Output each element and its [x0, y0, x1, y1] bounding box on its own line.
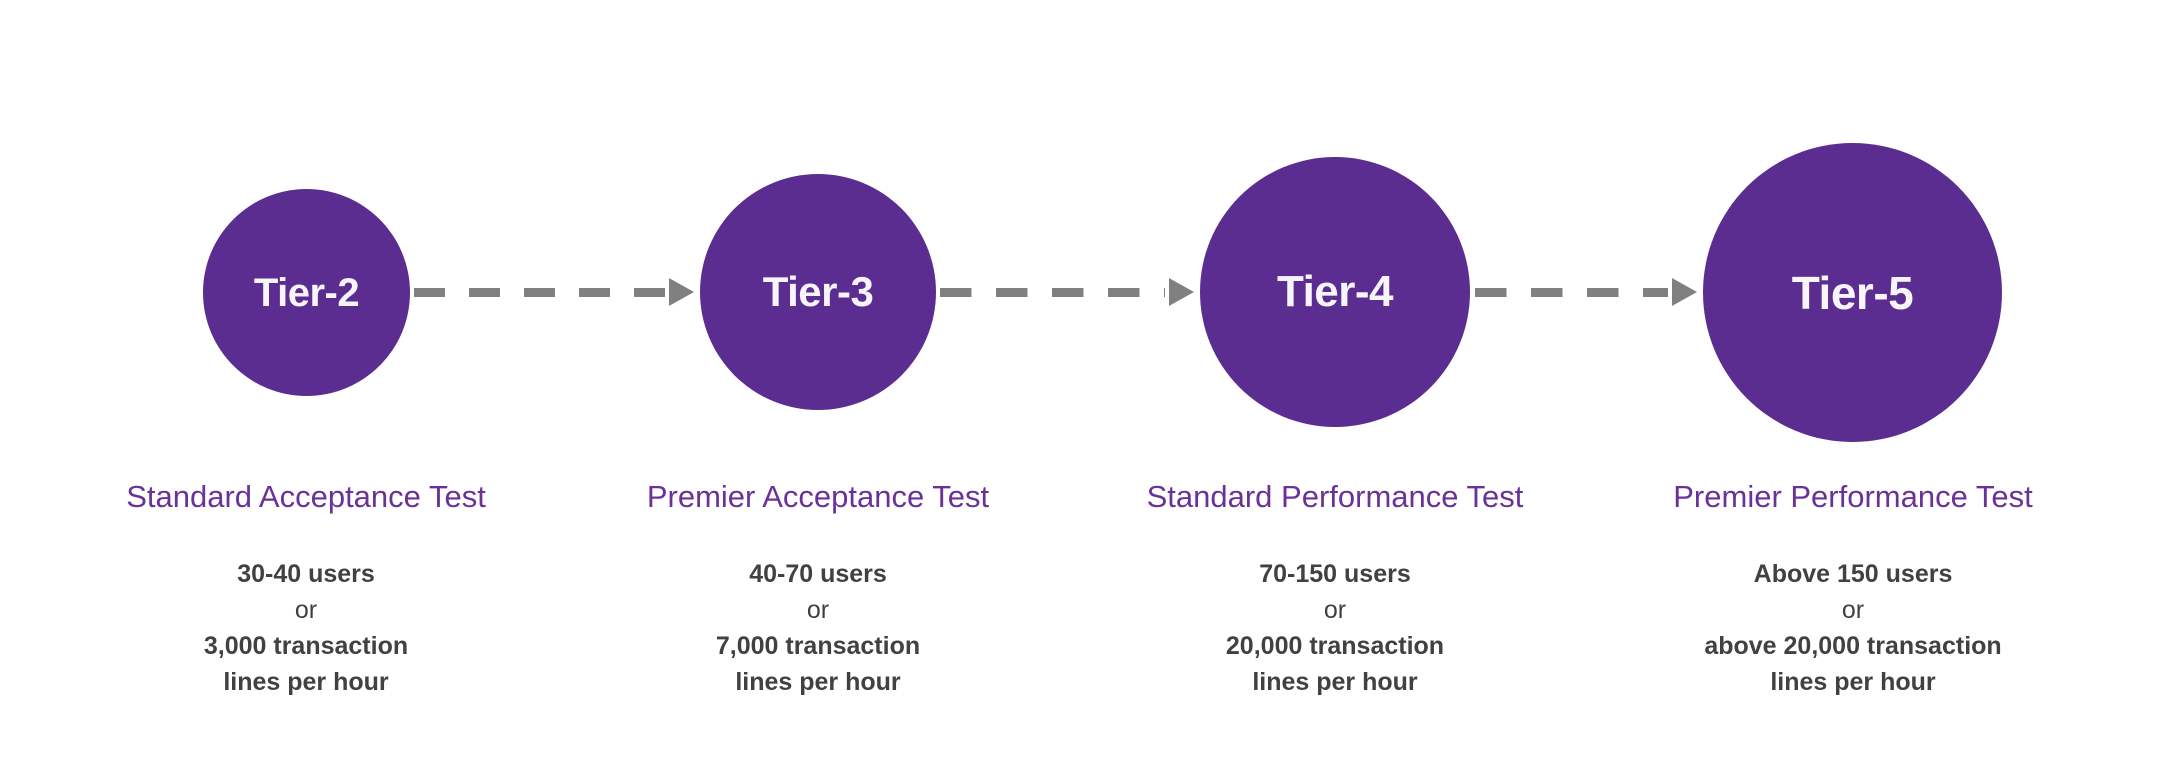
column-body: 30-40 users or 3,000 transaction lines p…: [46, 556, 566, 700]
transactions-line-1: 7,000 transaction: [715, 632, 921, 660]
column-title: Standard Performance Test: [1146, 479, 1524, 514]
transactions-line-1: 3,000 transaction: [203, 632, 409, 660]
or-line: or: [1323, 596, 1347, 624]
users-line: 30-40 users: [237, 560, 375, 588]
users-line: Above 150 users: [1753, 560, 1953, 588]
tier-node-tier-4: Tier-4: [1200, 157, 1470, 427]
arrowhead-icon: [1672, 278, 1697, 306]
tier-column-standard-performance-test: Standard Performance Test 70-150 users o…: [1075, 478, 1595, 700]
or-line: or: [806, 596, 830, 624]
arrowhead-icon: [1169, 278, 1194, 306]
column-title: Premier Acceptance Test: [646, 479, 990, 514]
tier-node-label: Tier-3: [762, 268, 874, 315]
users-line: 70-150 users: [1259, 560, 1411, 588]
tier-column-standard-acceptance-test: Standard Acceptance Test 30-40 users or …: [46, 478, 566, 700]
arrow-tier-4-to-tier-5: [1475, 278, 1697, 306]
tier-node-tier-2: Tier-2: [203, 189, 410, 396]
column-title: Standard Acceptance Test: [126, 479, 486, 514]
dashed-line: [940, 287, 1165, 297]
or-line: or: [294, 596, 318, 624]
or-line: or: [1841, 596, 1865, 624]
tier-node-label: Tier-2: [253, 270, 360, 315]
tier-node-tier-5: Tier-5: [1703, 143, 2002, 442]
tier-node-tier-3: Tier-3: [700, 174, 936, 410]
users-line: 40-70 users: [749, 560, 887, 588]
arrow-tier-2-to-tier-3: [414, 278, 694, 306]
column-body: 70-150 users or 20,000 transaction lines…: [1075, 556, 1595, 700]
tier-column-premier-performance-test: Premier Performance Test Above 150 users…: [1593, 478, 2113, 700]
tier-node-label: Tier-4: [1276, 267, 1394, 316]
transactions-line-1: above 20,000 transaction: [1704, 632, 2002, 660]
transactions-line-1: 20,000 transaction: [1225, 632, 1445, 660]
column-body: Above 150 users or above 20,000 transact…: [1593, 556, 2113, 700]
tier-column-premier-acceptance-test: Premier Acceptance Test 40-70 users or 7…: [558, 478, 1078, 700]
diagram-canvas: Tier-2 Tier-3 Tier-4 Tier-5 Standard Acc…: [0, 0, 2162, 781]
transactions-line-2: lines per hour: [1252, 668, 1418, 696]
arrowhead-icon: [669, 278, 694, 306]
dashed-line: [414, 287, 665, 297]
dashed-line: [1475, 287, 1668, 297]
transactions-line-2: lines per hour: [1770, 668, 1936, 696]
transactions-line-2: lines per hour: [223, 668, 389, 696]
tier-node-label: Tier-5: [1791, 266, 1914, 319]
arrow-tier-3-to-tier-4: [940, 278, 1194, 306]
column-body: 40-70 users or 7,000 transaction lines p…: [558, 556, 1078, 700]
column-title: Premier Performance Test: [1673, 479, 2033, 514]
transactions-line-2: lines per hour: [735, 668, 901, 696]
